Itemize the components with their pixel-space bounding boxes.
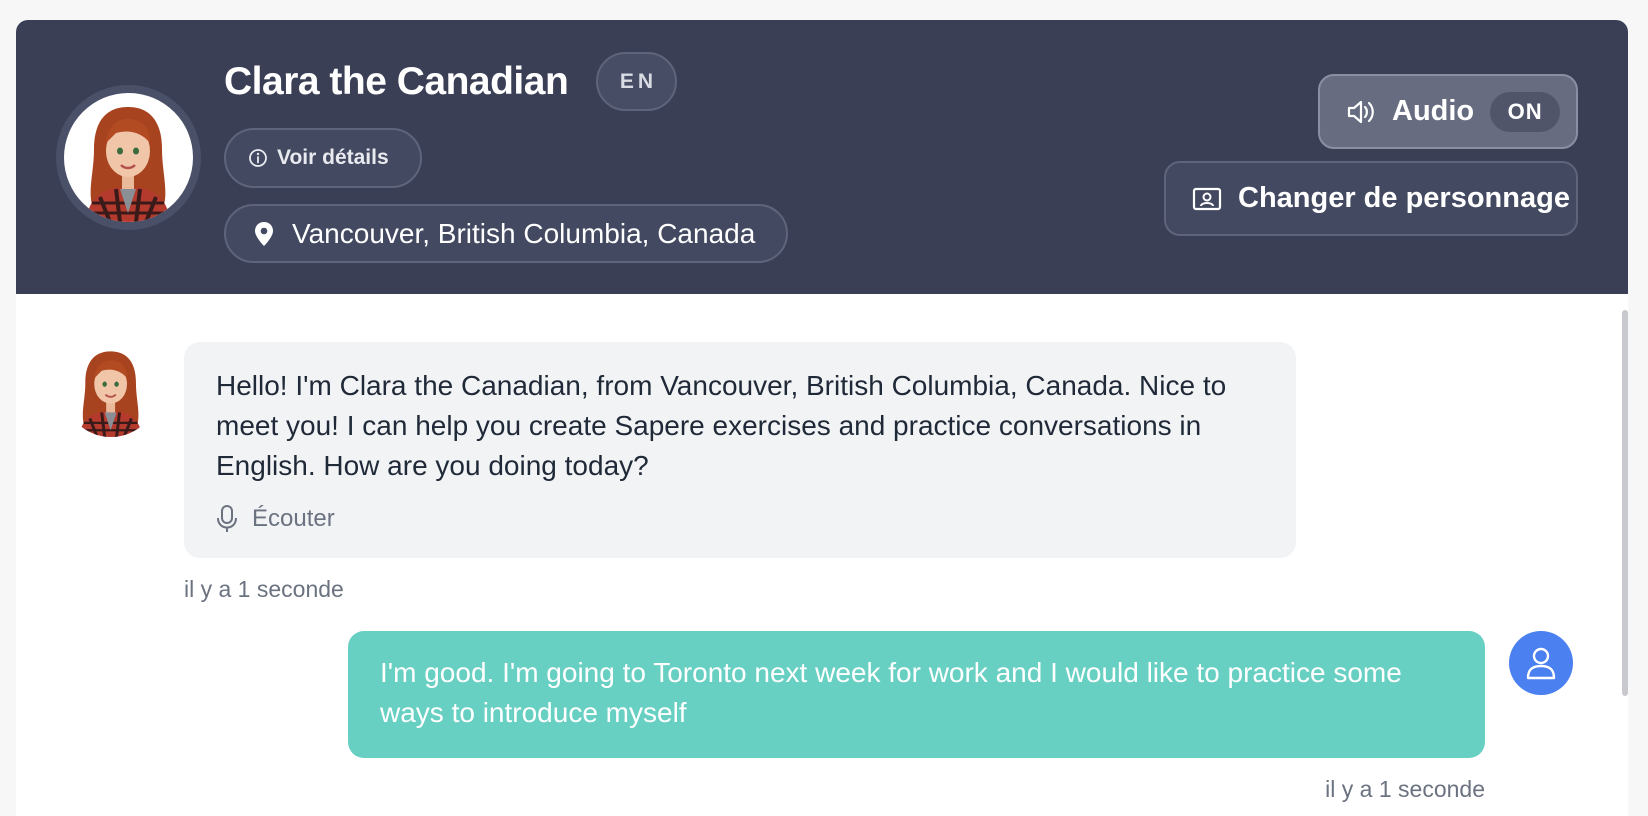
- character-avatar: [64, 93, 193, 222]
- bot-message-text: Hello! I'm Clara the Canadian, from Vanc…: [216, 370, 1227, 481]
- listen-button[interactable]: Écouter: [216, 504, 335, 534]
- audio-label: Audio: [1392, 95, 1475, 127]
- user-message-bubble: I'm good. I'm going to Toronto next week…: [348, 631, 1485, 758]
- contact-card-icon: [1192, 187, 1222, 210]
- details-button[interactable]: Voir détails: [224, 128, 422, 188]
- info-icon: [249, 149, 267, 167]
- location-pill: Vancouver, British Columbia, Canada: [224, 204, 788, 263]
- language-badge: EN: [596, 52, 677, 111]
- user-avatar: [1509, 631, 1573, 695]
- user-message-text: I'm good. I'm going to Toronto next week…: [380, 657, 1402, 728]
- bot-message-avatar: [63, 341, 159, 437]
- character-name: Clara the Canadian: [224, 60, 569, 103]
- scrollbar[interactable]: [1622, 310, 1628, 696]
- character-header: Clara the Canadian EN Voir détails Vanco…: [16, 20, 1628, 294]
- location-pin-icon: [255, 221, 273, 246]
- speaker-icon: [1347, 100, 1374, 123]
- details-button-label: Voir détails: [277, 146, 389, 169]
- location-label: Vancouver, British Columbia, Canada: [292, 217, 756, 249]
- chat-card: Clara the Canadian EN Voir détails Vanco…: [16, 20, 1628, 816]
- bot-message-time: il y a 1 seconde: [184, 576, 344, 602]
- change-character-button[interactable]: Changer de personnage: [1164, 161, 1578, 236]
- user-message-time: il y a 1 seconde: [1325, 776, 1485, 802]
- change-character-label: Changer de personnage: [1238, 182, 1570, 214]
- bot-message-bubble: Hello! I'm Clara the Canadian, from Vanc…: [184, 342, 1296, 558]
- user-icon: [1526, 647, 1556, 680]
- listen-label: Écouter: [252, 505, 335, 532]
- audio-state-badge: ON: [1490, 91, 1561, 132]
- audio-toggle-button[interactable]: Audio ON: [1318, 74, 1578, 149]
- microphone-icon: [217, 505, 237, 532]
